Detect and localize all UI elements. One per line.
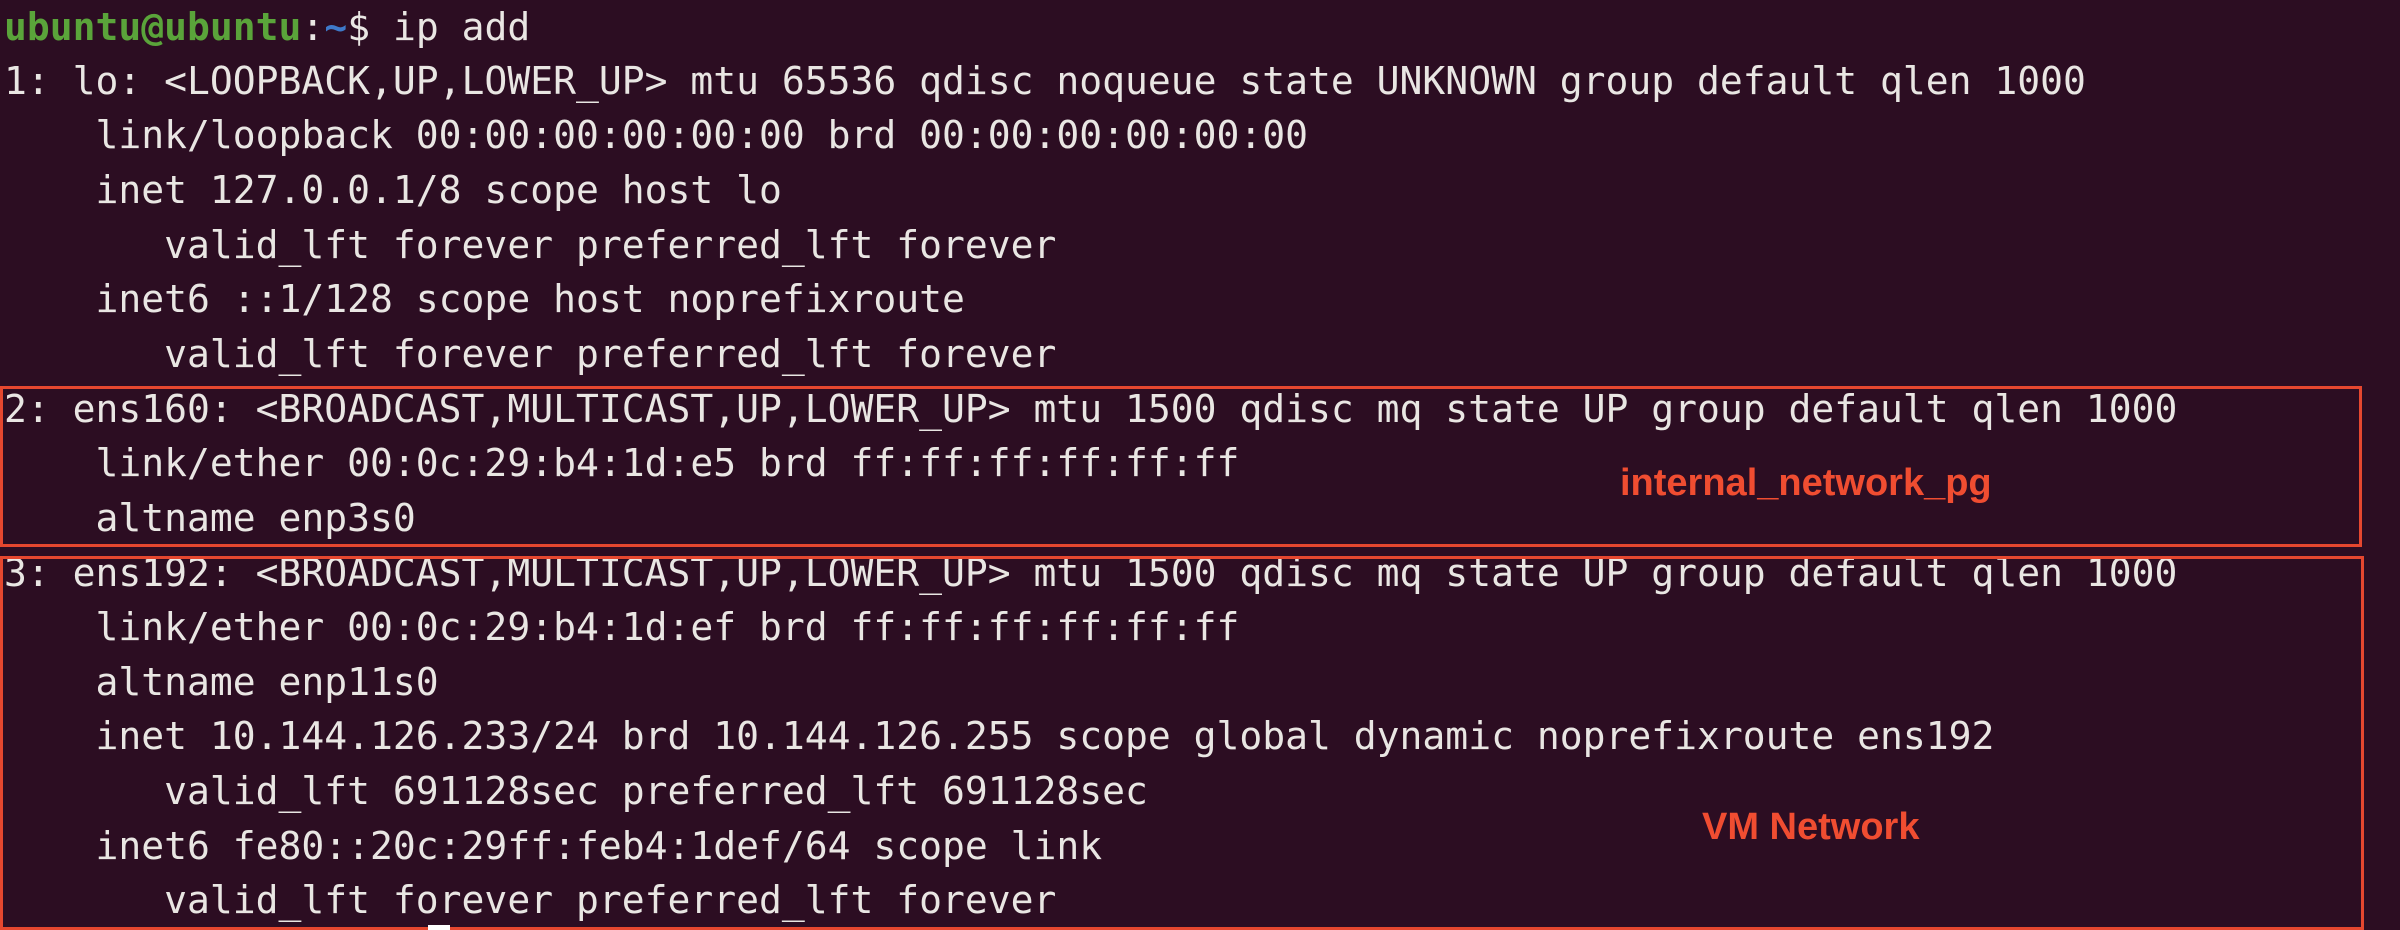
prompt-user: ubuntu@ubuntu (4, 5, 302, 49)
output-line: 1: lo: <LOOPBACK,UP,LOWER_UP> mtu 65536 … (4, 59, 2086, 103)
prompt-line: ubuntu@ubuntu:~$ ip add (4, 0, 530, 54)
prompt-colon: : (301, 5, 325, 49)
output-line: inet 127.0.0.1/8 scope host lo (4, 168, 782, 212)
prompt-path: ~ (324, 5, 348, 49)
output-line: inet6 ::1/128 scope host noprefixroute (4, 277, 965, 321)
cursor (428, 925, 450, 930)
output-line: link/loopback 00:00:00:00:00:00 brd 00:0… (4, 113, 1309, 157)
command-text: ip add (392, 5, 531, 49)
terminal-window[interactable]: ubuntu@ubuntu:~$ ip add 1: lo: <LOOPBACK… (0, 0, 2400, 930)
ens192-highlight-box (0, 556, 2364, 930)
output-line: valid_lft forever preferred_lft forever (4, 223, 1057, 267)
prompt-symbol: $ (347, 5, 393, 49)
ens192-annotation: VM Network (1702, 806, 1920, 848)
output-line: valid_lft forever preferred_lft forever (4, 332, 1057, 376)
ens160-annotation: internal_network_pg (1620, 462, 1992, 504)
ens160-highlight-box (0, 386, 2362, 547)
